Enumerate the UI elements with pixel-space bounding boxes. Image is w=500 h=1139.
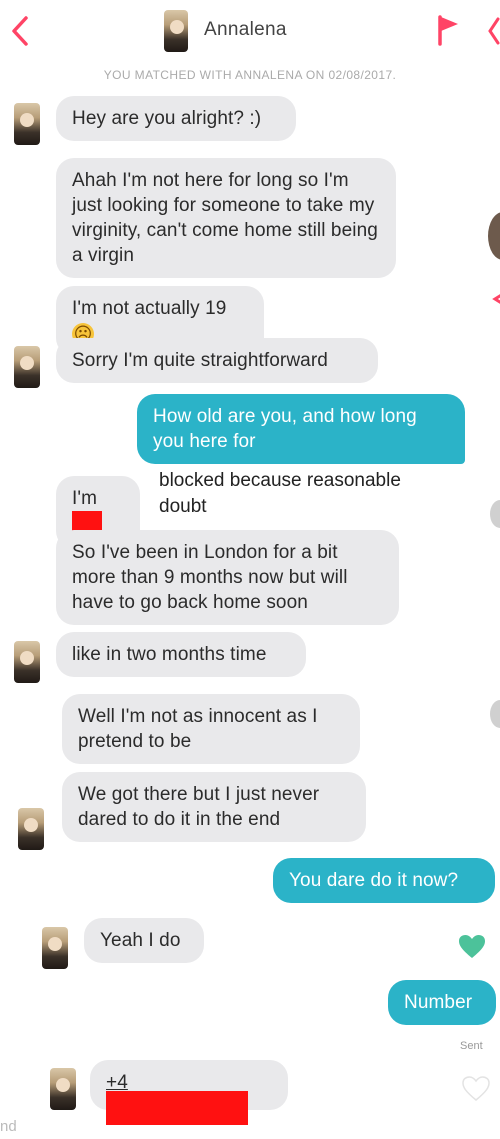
sent-status: Sent bbox=[460, 1040, 483, 1052]
match-banner: YOU MATCHED WITH ANNALENA ON 02/08/2017. bbox=[103, 68, 397, 82]
edge-peek bbox=[490, 500, 500, 528]
avatar[interactable] bbox=[14, 103, 40, 145]
message-received: So I've been in London for a bit more th… bbox=[56, 530, 399, 625]
message-text: I'm bbox=[72, 488, 98, 509]
message-received: Sorry I'm quite straightforward bbox=[56, 338, 378, 383]
annotation-text: blocked because reasonable doubt bbox=[159, 470, 401, 517]
overflow-chevron-icon[interactable] bbox=[486, 16, 500, 46]
phone-number-text: +4 bbox=[106, 1072, 128, 1093]
avatar[interactable] bbox=[18, 808, 44, 850]
redaction-block bbox=[106, 1091, 248, 1125]
message-received: Hey are you alright? :) bbox=[56, 96, 296, 141]
avatar[interactable] bbox=[42, 927, 68, 969]
message-received: +4 bbox=[90, 1060, 288, 1125]
edge-avatar-peek bbox=[488, 212, 500, 260]
like-heart-icon[interactable] bbox=[462, 1076, 490, 1102]
contact-name[interactable]: Annalena bbox=[204, 19, 287, 41]
header-avatar[interactable] bbox=[164, 10, 188, 52]
message-received: like in two months time bbox=[56, 632, 306, 677]
chevron-left-icon bbox=[12, 16, 28, 46]
message-received: Yeah I do bbox=[84, 918, 204, 963]
edge-heart-peek-icon bbox=[491, 292, 500, 306]
message-received: Ahah I'm not here for long so I'm just l… bbox=[56, 158, 396, 278]
message-sent: How old are you, and how long you here f… bbox=[137, 394, 465, 464]
message-received: Well I'm not as innocent as I pretend to… bbox=[62, 694, 360, 764]
message-sent: Number bbox=[388, 980, 496, 1025]
avatar[interactable] bbox=[14, 641, 40, 683]
edge-text: nd bbox=[0, 1118, 17, 1135]
flag-icon bbox=[438, 15, 458, 46]
report-flag-button[interactable] bbox=[434, 14, 462, 46]
edge-peek bbox=[490, 700, 500, 728]
avatar[interactable] bbox=[50, 1068, 76, 1110]
message-received: We got there but I just never dared to d… bbox=[62, 772, 366, 842]
avatar[interactable] bbox=[14, 346, 40, 388]
message-text: I'm not actually 19 bbox=[72, 298, 227, 319]
message-sent: You dare do it now? bbox=[273, 858, 495, 903]
liked-heart-icon[interactable] bbox=[458, 934, 486, 960]
back-button[interactable] bbox=[6, 14, 34, 48]
